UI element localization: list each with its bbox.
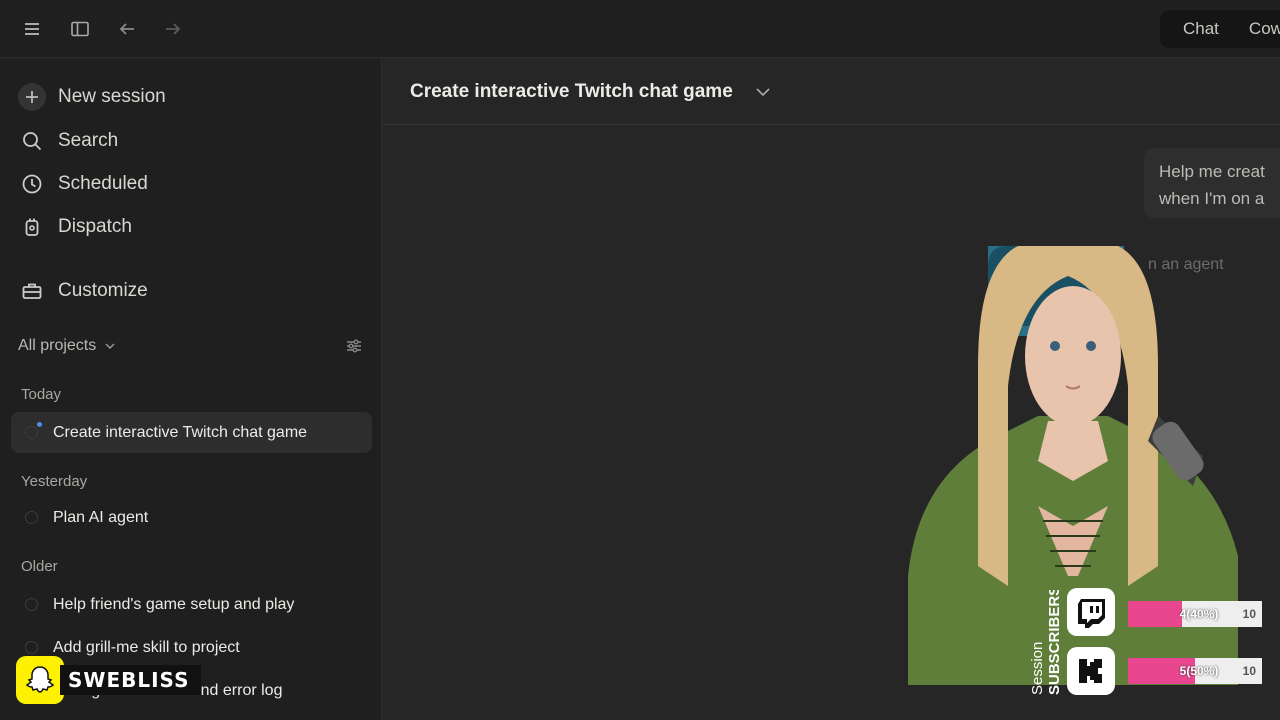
nav-label: Scheduled [58,173,148,194]
session-item[interactable]: Help friend's game setup and play [11,584,372,625]
twitch-sub-goal-bar: 4(40%) 10 [1128,601,1262,627]
kick-icon [1067,647,1115,695]
session-label: Plan AI agent [53,508,149,526]
nav-label: Search [58,130,119,151]
user-message-line: when I'm on a [1159,189,1265,208]
session-label: Create interactive Twitch chat game [53,423,308,441]
all-projects-dropdown[interactable]: All projects [18,337,96,355]
session-label: Add grill-me skill to project [53,638,240,656]
back-arrow-icon[interactable] [116,18,138,40]
user-message-bubble: Help me creat when I'm on a [1144,148,1280,218]
section-heading-today: Today [21,386,62,403]
plus-icon [18,83,46,111]
streamer-name: SWEBLISS [60,665,202,695]
top-bar: Chat Cow [0,0,1280,58]
nav-label: New session [58,86,166,107]
conversation-header: Create interactive Twitch chat game [383,59,1280,125]
dispatch-icon [18,213,46,241]
user-message-line: Help me creat [1159,162,1265,181]
dispatch-button[interactable]: Dispatch [18,212,132,242]
section-heading-yesterday: Yesterday [21,473,88,490]
project-filter: All projects [18,332,368,360]
toolbox-icon [18,277,46,305]
session-status-icon [25,598,38,611]
unread-dot-icon [37,422,42,427]
search-icon [18,127,46,155]
session-status-icon [25,641,38,654]
mode-chat-tab[interactable]: Chat [1183,19,1219,39]
goal-value: 10 [1242,664,1256,678]
conversation-title[interactable]: Create interactive Twitch chat game [410,81,733,103]
session-label: Help friend's game setup and play [53,595,295,613]
session-status-icon [25,422,42,439]
session-subscribers-label: Session SUBSCRIBERS [1029,590,1063,695]
snapchat-badge: SWEBLISS [16,656,202,704]
snapchat-ghost-icon [16,656,64,704]
nav-label: Customize [58,280,148,301]
chevron-down-icon[interactable] [755,84,771,100]
session-label: Session [1029,642,1046,695]
sidebar: New session Search Scheduled Dispatch Cu… [0,59,382,720]
search-button[interactable]: Search [18,126,118,156]
menu-icon[interactable] [21,18,43,40]
sidebar-toggle-icon[interactable] [69,18,91,40]
kick-sub-goal-bar: 5(50%) 10 [1128,658,1262,684]
progress-text: 4(40%) [1179,607,1219,621]
section-heading-older: Older [21,558,58,575]
session-item[interactable]: Plan AI agent [11,497,372,538]
scheduled-button[interactable]: Scheduled [18,169,148,199]
goal-value: 10 [1242,607,1256,621]
nav-label: Dispatch [58,216,132,237]
clock-icon [18,170,46,198]
chevron-down-icon[interactable] [104,340,116,352]
twitch-icon [1067,588,1115,636]
mode-cowork-tab[interactable]: Cow [1249,19,1280,39]
filter-settings-icon[interactable] [346,338,362,354]
session-item[interactable]: Create interactive Twitch chat game [11,412,372,453]
new-session-button[interactable]: New session [18,82,166,112]
customize-button[interactable]: Customize [18,276,148,306]
subscribers-label: SUBSCRIBERS [1046,590,1063,695]
progress-text: 5(50%) [1179,664,1219,678]
session-status-icon [25,511,38,524]
forward-arrow-icon[interactable] [162,18,184,40]
mode-switch: Chat Cow [1160,10,1280,48]
